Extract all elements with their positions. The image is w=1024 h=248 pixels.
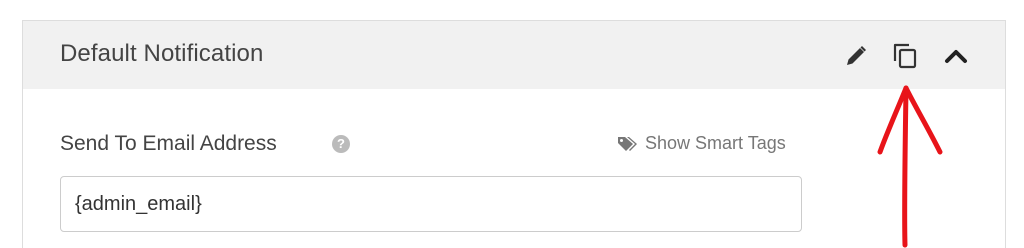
pencil-icon <box>847 46 866 65</box>
panel-title: Default Notification <box>60 40 264 67</box>
edit-button[interactable] <box>841 41 871 71</box>
panel-header[interactable]: Default Notification <box>23 21 1005 89</box>
collapse-button[interactable] <box>941 41 971 71</box>
clone-button[interactable] <box>890 41 920 71</box>
field-label: Send To Email Address <box>60 132 277 155</box>
screenshot-canvas: Default Notification Send To Email Addre… <box>0 0 1024 248</box>
email-address-input[interactable] <box>60 176 802 232</box>
chevron-up-icon <box>945 50 967 63</box>
show-smart-tags-link[interactable]: Show Smart Tags <box>617 133 786 154</box>
notification-panel: Default Notification Send To Email Addre… <box>22 20 1006 248</box>
tags-icon <box>618 136 637 151</box>
question-circle-icon[interactable]: ? <box>332 135 350 153</box>
copy-icon <box>893 43 917 69</box>
smart-tags-label: Show Smart Tags <box>645 133 786 153</box>
